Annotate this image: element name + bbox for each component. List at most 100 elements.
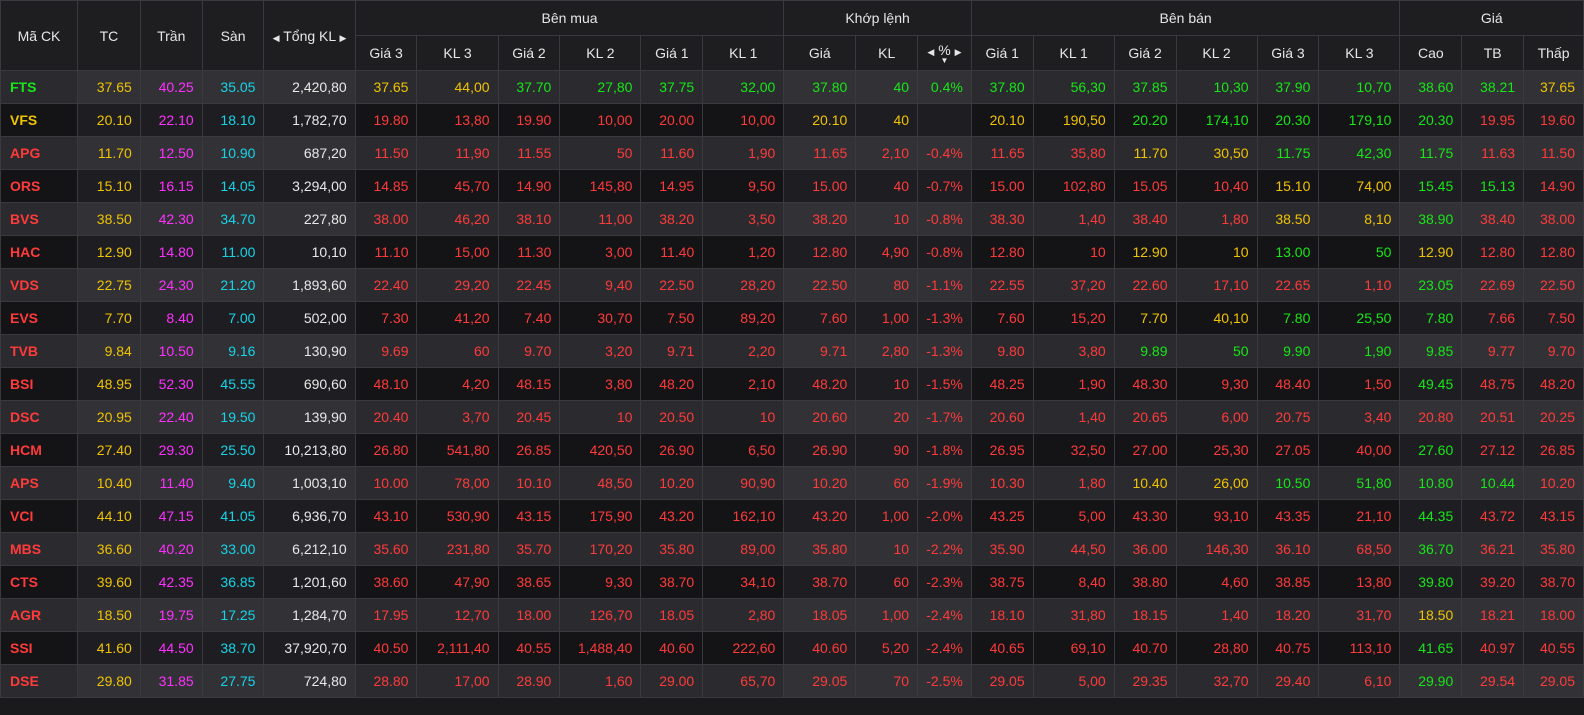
ceiling-cell: 40.25 bbox=[139, 70, 203, 104]
ask-price3-cell: 13.00 bbox=[1256, 235, 1320, 269]
avg-cell: 7.66 bbox=[1461, 301, 1525, 335]
ask-vol1-cell: 1,40 bbox=[1032, 202, 1115, 236]
bid-price2-cell: 11.55 bbox=[497, 136, 561, 170]
header-match-vol[interactable]: KL bbox=[855, 35, 919, 71]
symbol-cell[interactable]: TVB bbox=[0, 334, 79, 368]
high-cell: 12.90 bbox=[1399, 235, 1463, 269]
match-price-cell: 20.60 bbox=[783, 400, 857, 434]
table-row[interactable]: MBS 36.60 40.20 33.00 6,212,10 35.60 231,80 35.… bbox=[0, 532, 1584, 566]
header-bid-vol2[interactable]: KL 2 bbox=[559, 35, 642, 71]
header-total-volume[interactable]: ◀ Tổng KL ▶ bbox=[263, 0, 356, 71]
symbol-cell[interactable]: ORS bbox=[0, 169, 79, 203]
header-bid-price1[interactable]: Giá 1 bbox=[640, 35, 704, 71]
symbol-cell[interactable]: DSE bbox=[0, 664, 79, 698]
ask-vol2-cell: 50 bbox=[1175, 334, 1258, 368]
symbol-cell[interactable]: VFS bbox=[0, 103, 79, 137]
header-match-price[interactable]: Giá bbox=[783, 35, 857, 71]
symbol-cell[interactable]: BSI bbox=[0, 367, 79, 401]
header-bid-vol1[interactable]: KL 1 bbox=[702, 35, 785, 71]
caret-left-icon[interactable]: ◀ bbox=[273, 33, 280, 43]
bid-price1-cell: 11.40 bbox=[640, 235, 704, 269]
table-row[interactable]: HCM 27.40 29.30 25.50 10,213,80 26.80 541,80 26… bbox=[0, 433, 1584, 467]
ask-vol1-cell: 8,40 bbox=[1032, 565, 1115, 599]
low-cell: 11.50 bbox=[1523, 136, 1584, 170]
table-row[interactable]: VFS 20.10 22.10 18.10 1,782,70 19.80 13,80 19.9… bbox=[0, 103, 1584, 137]
bid-price1-cell: 38.70 bbox=[640, 565, 704, 599]
symbol-cell[interactable]: APS bbox=[0, 466, 79, 500]
header-ceiling[interactable]: Trần bbox=[139, 0, 203, 71]
table-row[interactable]: VDS 22.75 24.30 21.20 1,893,60 22.40 29,20 22.4… bbox=[0, 268, 1584, 302]
symbol-cell[interactable]: FTS bbox=[0, 70, 79, 104]
bid-vol3-cell: 17,00 bbox=[416, 664, 499, 698]
header-avg[interactable]: TB bbox=[1461, 35, 1525, 71]
table-row[interactable]: APS 10.40 11.40 9.40 1,003,10 10.00 78,00 10.10… bbox=[0, 466, 1584, 500]
header-bid-vol3[interactable]: KL 3 bbox=[416, 35, 499, 71]
table-row[interactable]: VCI 44.10 47.15 41.05 6,936,70 43.10 530,90 43.… bbox=[0, 499, 1584, 533]
match-vol-cell: 10 bbox=[855, 202, 919, 236]
table-row[interactable]: BSI 48.95 52.30 45.55 690,60 48.10 4,20 48.15 3,… bbox=[0, 367, 1584, 401]
table-row[interactable]: ORS 15.10 16.15 14.05 3,294,00 14.85 45,70 14.9… bbox=[0, 169, 1584, 203]
table-row[interactable]: FTS 37.65 40.25 35.05 2,420,80 37.65 44,00 37.7… bbox=[0, 70, 1584, 104]
header-ask-price2[interactable]: Giá 2 bbox=[1113, 35, 1177, 71]
header-ask-price1[interactable]: Giá 1 bbox=[970, 35, 1034, 71]
floor-cell: 14.05 bbox=[201, 169, 265, 203]
table-row[interactable]: APG 11.70 12.50 10.90 687,20 11.50 11,90 11.55 5… bbox=[0, 136, 1584, 170]
symbol-cell[interactable]: AGR bbox=[0, 598, 79, 632]
ref-cell: 10.40 bbox=[77, 466, 141, 500]
symbol-cell[interactable]: VDS bbox=[0, 268, 79, 302]
bid-vol1-cell: 3,50 bbox=[702, 202, 785, 236]
ask-vol1-cell: 1,40 bbox=[1032, 400, 1115, 434]
symbol-cell[interactable]: HAC bbox=[0, 235, 79, 269]
header-ask-vol1[interactable]: KL 1 bbox=[1032, 35, 1115, 71]
header-bid-price3[interactable]: Giá 3 bbox=[354, 35, 418, 71]
total-volume-cell: 10,10 bbox=[263, 235, 356, 269]
header-ref[interactable]: TC bbox=[77, 0, 141, 71]
ask-price3-cell: 7.80 bbox=[1256, 301, 1320, 335]
table-row[interactable]: DSE 29.80 31.85 27.75 724,80 28.80 17,00 28.90 1… bbox=[0, 664, 1584, 698]
symbol-cell[interactable]: VCI bbox=[0, 499, 79, 533]
header-symbol[interactable]: Mã CK bbox=[0, 0, 79, 71]
symbol-cell[interactable]: BVS bbox=[0, 202, 79, 236]
ask-price3-cell: 38.50 bbox=[1256, 202, 1320, 236]
floor-cell: 38.70 bbox=[201, 631, 265, 665]
symbol-cell[interactable]: EVS bbox=[0, 301, 79, 335]
symbol-cell[interactable]: APG bbox=[0, 136, 79, 170]
bid-price3-cell: 17.95 bbox=[354, 598, 418, 632]
table-row[interactable]: CTS 39.60 42.35 36.85 1,201,60 38.60 47,90 38.6… bbox=[0, 565, 1584, 599]
table-row[interactable]: SSI 41.60 44.50 38.70 37,920,70 40.50 2,111,40… bbox=[0, 631, 1584, 665]
header-low[interactable]: Thấp bbox=[1523, 35, 1584, 71]
header-floor[interactable]: Sàn bbox=[201, 0, 265, 71]
total-volume-cell: 6,936,70 bbox=[263, 499, 356, 533]
header-match-pct[interactable]: ◀ % ▶ ▼ bbox=[917, 35, 972, 71]
table-row[interactable]: TVB 9.84 10.50 9.16 130,90 9.69 60 9.70 3,20 9.71… bbox=[0, 334, 1584, 368]
symbol-cell[interactable]: MBS bbox=[0, 532, 79, 566]
header-ask-vol3[interactable]: KL 3 bbox=[1318, 35, 1401, 71]
caret-right-icon[interactable]: ▶ bbox=[955, 47, 962, 57]
caret-left-icon[interactable]: ◀ bbox=[927, 47, 934, 57]
match-pct-cell: -1.3% bbox=[917, 334, 972, 368]
table-row[interactable]: AGR 18.50 19.75 17.25 1,284,70 17.95 12,70 18.0… bbox=[0, 598, 1584, 632]
ask-vol1-cell: 44,50 bbox=[1032, 532, 1115, 566]
table-row[interactable]: BVS 38.50 42.30 34.70 227,80 38.00 46,20 38.10 1… bbox=[0, 202, 1584, 236]
sort-down-icon[interactable]: ▼ bbox=[919, 57, 971, 65]
match-vol-cell: 1,00 bbox=[855, 598, 919, 632]
header-ask-vol2[interactable]: KL 2 bbox=[1175, 35, 1258, 71]
header-high[interactable]: Cao bbox=[1399, 35, 1463, 71]
table-row[interactable]: DSC 20.95 22.40 19.50 139,90 20.40 3,70 20.45 10… bbox=[0, 400, 1584, 434]
symbol-cell[interactable]: SSI bbox=[0, 631, 79, 665]
avg-cell: 15.13 bbox=[1461, 169, 1525, 203]
symbol-cell[interactable]: DSC bbox=[0, 400, 79, 434]
ask-vol2-cell: 17,10 bbox=[1175, 268, 1258, 302]
bid-price2-cell: 20.45 bbox=[497, 400, 561, 434]
header-bid-price2[interactable]: Giá 2 bbox=[497, 35, 561, 71]
table-row[interactable]: HAC 12.90 14.80 11.00 10,10 11.10 15,00 11.30 3,… bbox=[0, 235, 1584, 269]
bid-vol2-cell: 1,488,40 bbox=[559, 631, 642, 665]
symbol-cell[interactable]: HCM bbox=[0, 433, 79, 467]
ask-vol3-cell: 50 bbox=[1318, 235, 1401, 269]
table-row[interactable]: EVS 7.70 8.40 7.00 502,00 7.30 41,20 7.40 30,70 7… bbox=[0, 301, 1584, 335]
header-ask-price3[interactable]: Giá 3 bbox=[1256, 35, 1320, 71]
symbol-cell[interactable]: CTS bbox=[0, 565, 79, 599]
caret-right-icon[interactable]: ▶ bbox=[340, 33, 347, 43]
ask-vol1-cell: 190,50 bbox=[1032, 103, 1115, 137]
ask-price1-cell: 9.80 bbox=[970, 334, 1034, 368]
